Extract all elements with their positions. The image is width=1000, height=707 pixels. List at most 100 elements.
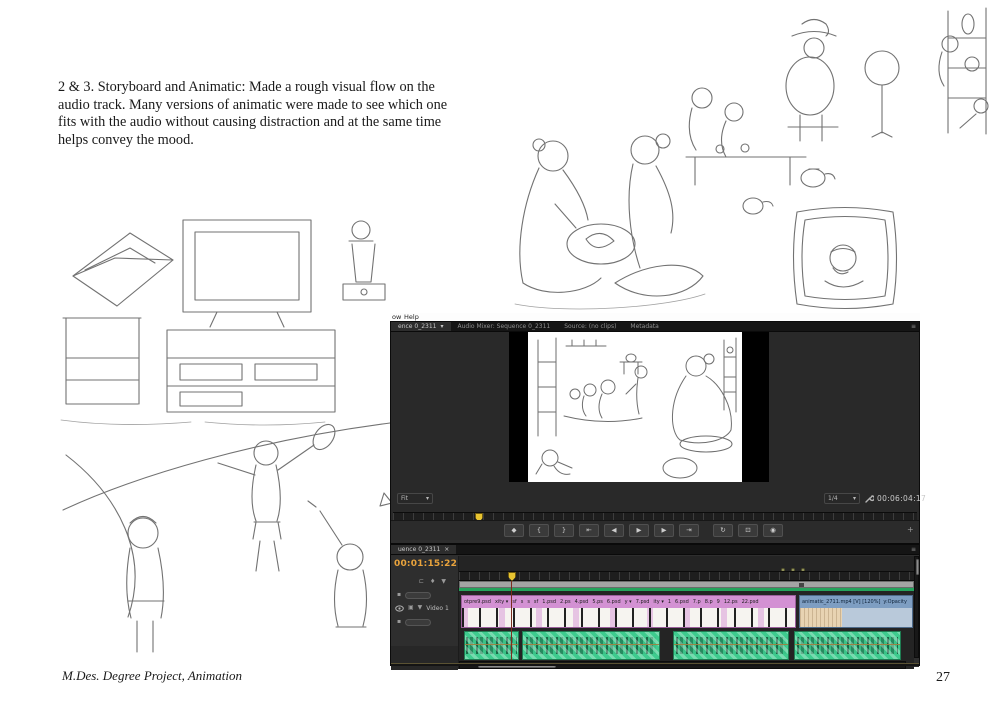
tab-metadata[interactable]: Metadata — [623, 322, 665, 331]
clip-label[interactable]: 1 — [668, 599, 671, 605]
go-to-out-button[interactable]: ⇥ — [679, 524, 699, 537]
tab-label: ence 0_2311 — [398, 322, 436, 331]
add-marker-button[interactable]: ◆ — [504, 524, 524, 537]
timeline-vscrollbar[interactable] — [914, 556, 919, 658]
tab-timeline-sequence[interactable]: uence 0_2311 × — [391, 545, 456, 554]
playhead-line — [511, 581, 512, 660]
premiere-workspace: ence 0_2311 ▾ Audio Mixer: Sequence 0_23… — [390, 321, 920, 666]
sketch-living-room — [55, 208, 395, 436]
window-bottom-edge — [391, 663, 919, 666]
clip-label[interactable]: 6.psd — [675, 599, 689, 605]
menu-bar: ow Help — [390, 313, 920, 321]
timeline-timecode[interactable]: 00:01:15:22 — [394, 559, 457, 569]
clip-label[interactable]: 8.p — [705, 599, 713, 605]
tab-sequence-monitor[interactable]: ence 0_2311 ▾ — [391, 322, 451, 331]
clip-label[interactable]: 7.psd — [636, 599, 650, 605]
step-back-button[interactable]: ◀ — [604, 524, 624, 537]
tab-source[interactable]: Source: (no clips) — [557, 322, 623, 331]
monitor-timecode: 00:06:04:17 — [877, 494, 926, 503]
clip-label[interactable]: 6.psd — [607, 599, 621, 605]
audio-track — [459, 631, 914, 660]
track-keyframe-row: ▪ — [397, 591, 431, 599]
timeline-vscrollbar-handle[interactable] — [916, 559, 919, 575]
sketch-framed-picture — [735, 160, 911, 318]
clip-label[interactable]: xity ▾ — [495, 599, 508, 605]
intro-paragraph: 2 & 3. Storyboard and Animatic: Made a r… — [58, 79, 460, 149]
clip-label[interactable]: 9 — [717, 599, 720, 605]
timeline-ruler[interactable] — [459, 571, 914, 581]
clip-label[interactable]: sf — [534, 599, 538, 605]
clip-label[interactable]: otpre9.psd — [464, 599, 491, 605]
marker-icon[interactable]: ▼ — [441, 578, 446, 586]
track-area: otpre9.psd xity ▾ sf s s sf 1.psd 2.ps 4… — [459, 556, 914, 669]
safe-margins-button[interactable]: ⊡ — [738, 524, 758, 537]
tab-label: uence 0_2311 — [398, 545, 440, 554]
step-forward-button[interactable]: ▶ — [654, 524, 674, 537]
marker-icon[interactable]: ♦ — [430, 578, 435, 586]
video-canvas — [509, 332, 769, 482]
clip-label[interactable]: sf — [512, 599, 516, 605]
menu-item-window-partial[interactable]: ow — [392, 313, 401, 321]
animatic-clip-label: animatic_2711.mp4 [V] [120%] — [802, 599, 880, 605]
timeline-panel: uence 0_2311 × ≡ 00:01:15:22 ⊏ ♦ ▼ ▪ — [391, 543, 919, 667]
animatic-clip[interactable]: animatic_2711.mp4 [V] [120%] y:Opacity — [799, 595, 913, 628]
preview-sketch — [528, 332, 742, 482]
lock-icon[interactable]: ▪ — [397, 591, 401, 599]
tab-audio-mixer[interactable]: Audio Mixer: Sequence 0_2311 — [451, 322, 558, 331]
settings-wrench-icon[interactable] — [864, 494, 874, 504]
lock-icon[interactable]: ▪ — [397, 618, 401, 626]
keyframe-display-box[interactable] — [405, 619, 431, 626]
page-number: 27 — [936, 670, 950, 686]
close-icon[interactable]: × — [444, 545, 449, 554]
playback-resolution-select[interactable]: 1/4 ▾ — [824, 493, 860, 504]
video-track: otpre9.psd xity ▾ sf s s sf 1.psd 2.ps 4… — [459, 595, 914, 628]
menu-item-help[interactable]: Help — [404, 313, 419, 321]
mark-out-button[interactable]: } — [554, 524, 574, 537]
loop-button[interactable]: ↻ — [713, 524, 733, 537]
animatic-clip-thumbnail — [800, 608, 842, 627]
audio-clip[interactable] — [673, 631, 789, 660]
clip-label[interactable]: 4.psd — [575, 599, 589, 605]
clip-label[interactable]: s — [521, 599, 524, 605]
clip-label[interactable]: 22.psd — [742, 599, 759, 605]
eye-icon[interactable] — [395, 605, 404, 612]
go-to-in-button[interactable]: ⇤ — [579, 524, 599, 537]
zoom-level-value: Fit — [401, 495, 408, 502]
panel-menu-icon[interactable]: ≡ — [911, 322, 919, 331]
timeline-tool-icons: ⊏ ♦ ▼ — [419, 578, 446, 586]
clip-label[interactable]: y ▾ — [625, 599, 632, 605]
premiere-window: ow Help ence 0_2311 ▾ Audio Mixer: Seque… — [390, 313, 920, 670]
collapse-arrow-icon[interactable]: ▼ — [418, 604, 423, 612]
video-track-label: Video 1 — [426, 605, 449, 612]
program-monitor-panel: Fit ▾ 1/4 ▾ 00:06:04:17 — [391, 332, 919, 529]
play-button[interactable]: ▶ — [629, 524, 649, 537]
panel-menu-icon[interactable]: ≡ — [911, 545, 919, 554]
clip-label[interactable]: 5.ps — [592, 599, 603, 605]
clip-label[interactable]: 1.psd — [542, 599, 556, 605]
clip-label[interactable]: 7.p — [693, 599, 701, 605]
keyframe-display-box[interactable] — [405, 592, 431, 599]
sketch-kids-playing — [58, 415, 393, 663]
mark-in-button[interactable]: { — [529, 524, 549, 537]
transport-controls: ◆ { } ⇤ ◀ ▶ ▶ ⇥ ↻ ⊡ ◉ + — [391, 520, 919, 540]
zoom-level-select[interactable]: Fit ▾ — [397, 493, 433, 504]
clip-label[interactable]: s — [527, 599, 530, 605]
export-frame-button[interactable]: ◉ — [763, 524, 783, 537]
preview-frame — [528, 332, 742, 482]
chevron-down-icon: ▾ — [853, 495, 856, 502]
track-header-column: 00:01:15:22 ⊏ ♦ ▼ ▪ ▣ ▼ Video 1 — [391, 556, 459, 669]
audio-clip[interactable] — [794, 631, 901, 660]
snap-icon[interactable]: ⊏ — [419, 578, 424, 586]
work-area-bar[interactable] — [459, 581, 914, 588]
thumbnail-style-icon[interactable]: ▣ — [408, 604, 414, 612]
clip-label[interactable]: ity ▾ — [653, 599, 663, 605]
audio-clip[interactable] — [522, 631, 660, 660]
timeline-tabbar: uence 0_2311 × ≡ — [391, 545, 919, 555]
clip-label[interactable]: 2.ps — [560, 599, 571, 605]
footer-text: M.Des. Degree Project, Animation — [62, 668, 242, 684]
animatic-clip-effect-badge: y:Opacity — [883, 599, 907, 605]
clip-label[interactable]: 12.ps — [724, 599, 738, 605]
chevron-down-icon: ▾ — [426, 495, 429, 502]
chevron-down-icon[interactable]: ▾ — [440, 322, 443, 331]
button-editor-plus-icon[interactable]: + — [907, 526, 914, 534]
